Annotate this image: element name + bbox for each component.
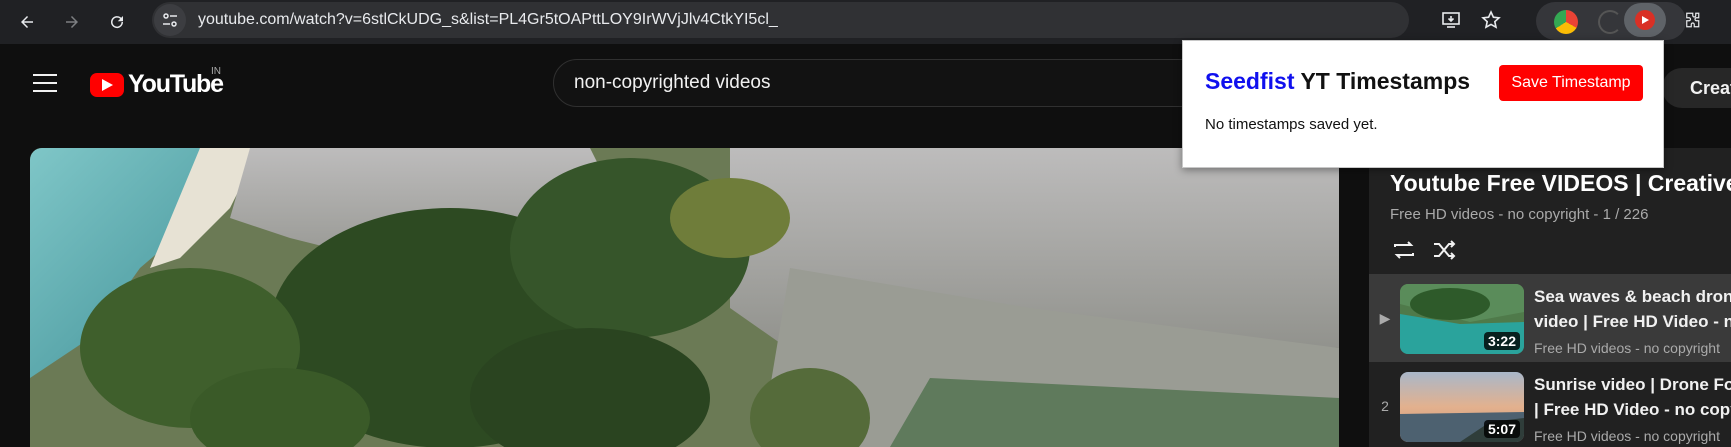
save-timestamp-button[interactable]: Save Timestamp bbox=[1499, 65, 1643, 101]
video-frame bbox=[30, 148, 1339, 447]
playlist-items: ▶ 3:22 Sea waves & beach dron video | Fre… bbox=[1369, 274, 1731, 447]
playlist-panel: Youtube Free VIDEOS | Creative Free HD v… bbox=[1369, 148, 1731, 447]
region-code: IN bbox=[211, 66, 221, 77]
install-app-icon[interactable] bbox=[1441, 10, 1461, 30]
playlist-title[interactable]: Youtube Free VIDEOS | Creative bbox=[1390, 170, 1731, 197]
menu-icon[interactable] bbox=[33, 74, 57, 92]
video-thumbnail[interactable]: 3:22 bbox=[1400, 284, 1524, 354]
youtube-logo-text: YouTube bbox=[128, 70, 224, 98]
color-picker-extension-icon[interactable] bbox=[1554, 10, 1578, 34]
channel-name: Free HD videos - no copyright bbox=[1534, 340, 1720, 356]
video-duration: 5:07 bbox=[1483, 420, 1520, 438]
video-duration: 3:22 bbox=[1483, 332, 1520, 350]
loop-icon[interactable] bbox=[1390, 236, 1418, 264]
reload-icon[interactable] bbox=[102, 7, 132, 37]
search-input[interactable]: non-copyrighted videos bbox=[553, 59, 1193, 107]
video-title: Sunrise video | Drone Foo | Free HD Video… bbox=[1534, 372, 1731, 422]
timestamp-extension-button[interactable] bbox=[1624, 3, 1666, 37]
now-playing-indicator: ▶ bbox=[1379, 310, 1391, 326]
playlist-subtitle: Free HD videos - no copyright - 1 / 226 bbox=[1390, 206, 1649, 223]
video-title-line: Sunrise video | Drone Foo bbox=[1534, 375, 1731, 394]
timestamp-extension-popup: Seedfist YT Timestamps Save Timestamp No… bbox=[1182, 40, 1664, 168]
url-text[interactable]: youtube.com/watch?v=6stlCkUDG_s&list=PL4… bbox=[198, 11, 778, 29]
bookmark-star-icon[interactable] bbox=[1481, 10, 1501, 30]
video-thumbnail[interactable]: 5:07 bbox=[1400, 372, 1524, 442]
site-info-icon[interactable] bbox=[154, 4, 186, 36]
create-label: Create bbox=[1690, 77, 1731, 98]
popup-title-rest: YT Timestamps bbox=[1294, 68, 1471, 94]
video-player[interactable] bbox=[30, 148, 1339, 447]
shuffle-icon[interactable] bbox=[1430, 236, 1458, 264]
create-button[interactable]: Create bbox=[1662, 68, 1731, 108]
video-title-line: video | Free HD Video - n bbox=[1534, 312, 1731, 331]
popup-title: Seedfist YT Timestamps bbox=[1205, 68, 1470, 95]
video-title-line: | Free HD Video - no copy bbox=[1534, 400, 1731, 419]
youtube-logo[interactable]: YouTube bbox=[90, 70, 224, 99]
playlist-index: 2 bbox=[1381, 398, 1389, 414]
empty-state-message: No timestamps saved yet. bbox=[1205, 116, 1378, 133]
loading-extension-icon[interactable] bbox=[1598, 10, 1622, 34]
channel-name: Free HD videos - no copyright bbox=[1534, 428, 1720, 444]
video-title-line: Sea waves & beach dron bbox=[1534, 287, 1731, 306]
popup-brand: Seedfist bbox=[1205, 68, 1295, 94]
back-icon[interactable] bbox=[12, 7, 42, 37]
address-bar[interactable]: youtube.com/watch?v=6stlCkUDG_s&list=PL4… bbox=[152, 2, 1501, 38]
playlist-item[interactable]: 2 5:07 Sunrise video | Drone Foo | Free H… bbox=[1369, 362, 1731, 447]
youtube-play-icon bbox=[90, 72, 124, 97]
browser-toolbar: youtube.com/watch?v=6stlCkUDG_s&list=PL4… bbox=[0, 0, 1731, 44]
youtube-extension-icon bbox=[1635, 10, 1655, 30]
forward-icon[interactable] bbox=[57, 7, 87, 37]
extensions-puzzle-icon[interactable] bbox=[1677, 5, 1707, 35]
playlist-item[interactable]: ▶ 3:22 Sea waves & beach dron video | Fre… bbox=[1369, 274, 1731, 362]
search-query: non-copyrighted videos bbox=[574, 72, 771, 93]
video-title: Sea waves & beach dron video | Free HD Vi… bbox=[1534, 284, 1731, 334]
